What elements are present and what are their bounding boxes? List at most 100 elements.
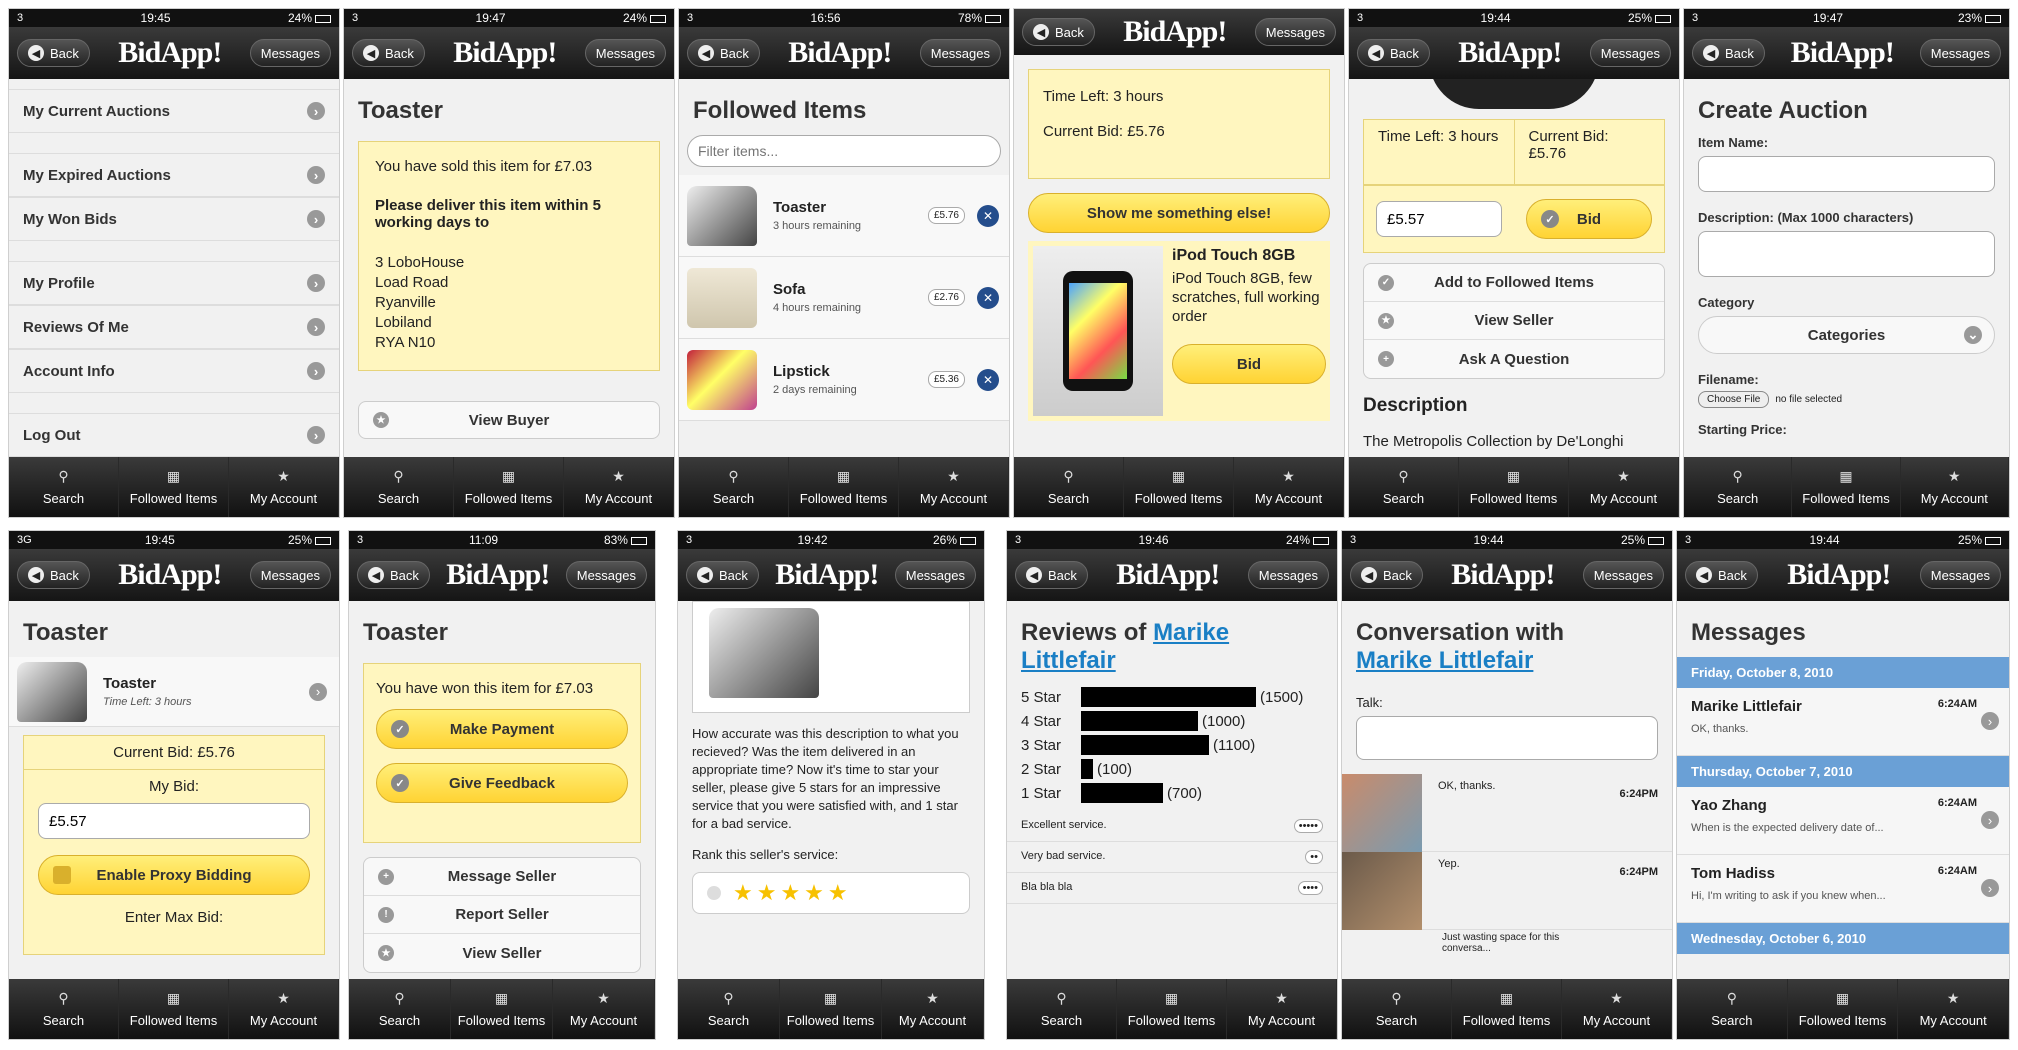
back-button[interactable]: ◀ Back xyxy=(1685,561,1758,589)
messages-button[interactable]: Messages xyxy=(565,561,647,589)
tab-my-account[interactable]: ★ My Account xyxy=(1901,457,2009,517)
view-buyer-button[interactable]: ★ View Buyer xyxy=(358,401,660,439)
description-input[interactable] xyxy=(1698,231,1995,277)
back-button[interactable]: ◀ Back xyxy=(1692,39,1765,67)
back-button[interactable]: ◀ Back xyxy=(352,39,425,67)
messages-button[interactable]: Messages xyxy=(584,39,666,67)
tab-followed-items[interactable]: ▦ Followed Items xyxy=(1792,457,1901,517)
list-item[interactable]: Lipstick 2 days remaining £5.36 ✕ xyxy=(679,339,1009,421)
menu-my-current-auctions[interactable]: My Current Auctions › xyxy=(9,89,339,133)
make-payment-button[interactable]: ✓ Make Payment xyxy=(376,709,628,749)
back-button[interactable]: ◀ Back xyxy=(1015,561,1088,589)
bid-amount-input[interactable] xyxy=(1376,201,1502,237)
tab-followed-items[interactable]: ▦ Followed Items xyxy=(454,457,564,517)
tab-search[interactable]: ⚲ Search xyxy=(344,457,454,517)
messages-button[interactable]: Messages xyxy=(249,39,331,67)
messages-button[interactable]: Messages xyxy=(1919,561,2001,589)
menu-log-out[interactable]: Log Out › xyxy=(9,413,339,457)
tab-followed-items[interactable]: ▦ Followed Items xyxy=(1117,979,1227,1039)
menu-my-profile[interactable]: My Profile › xyxy=(9,261,339,305)
back-button[interactable]: ◀ Back xyxy=(1350,561,1423,589)
tab-search[interactable]: ⚲ Search xyxy=(1014,457,1124,517)
tab-my-account[interactable]: ★ My Account xyxy=(553,979,655,1039)
star-rating-option[interactable]: ★★★★★ xyxy=(692,872,970,914)
tab-search[interactable]: ⚲ Search xyxy=(1007,979,1117,1039)
talk-input[interactable] xyxy=(1356,716,1658,760)
view-seller-button[interactable]: ★ View Seller xyxy=(1364,302,1664,340)
menu-my-expired-auctions[interactable]: My Expired Auctions › xyxy=(9,153,339,197)
tab-my-account[interactable]: ★ My Account xyxy=(229,979,339,1039)
message-seller-button[interactable]: + Message Seller xyxy=(364,858,640,896)
tab-search[interactable]: ⚲ Search xyxy=(1677,979,1788,1039)
back-button[interactable]: ◀ Back xyxy=(687,39,760,67)
contact-name-link[interactable]: Marike Littlefair xyxy=(1356,647,1533,674)
tab-my-account[interactable]: ★ My Account xyxy=(1569,457,1679,517)
give-feedback-button[interactable]: ✓ Give Feedback xyxy=(376,763,628,803)
tab-followed-items[interactable]: ▦ Followed Items xyxy=(119,979,229,1039)
tab-my-account[interactable]: ★ My Account xyxy=(229,457,339,517)
my-bid-input[interactable] xyxy=(38,803,310,839)
messages-button[interactable]: Messages xyxy=(919,39,1001,67)
messages-button[interactable]: Messages xyxy=(1254,18,1336,46)
messages-button[interactable]: Messages xyxy=(249,561,331,589)
back-button[interactable]: ◀ Back xyxy=(1357,39,1430,67)
menu-account-info[interactable]: Account Info › xyxy=(9,349,339,393)
report-seller-button[interactable]: ! Report Seller xyxy=(364,896,640,934)
tab-search[interactable]: ⚲ Search xyxy=(1342,979,1452,1039)
item-row[interactable]: Toaster Time Left: 3 hours › xyxy=(9,657,339,727)
remove-icon[interactable]: ✕ xyxy=(977,204,999,227)
bid-button[interactable]: Bid xyxy=(1172,344,1326,384)
tab-followed-items[interactable]: ▦ Followed Items xyxy=(1788,979,1899,1039)
view-seller-button[interactable]: ★ View Seller xyxy=(364,934,640,972)
add-to-followed-button[interactable]: ✓ Add to Followed Items xyxy=(1364,264,1664,302)
messages-button[interactable]: Messages xyxy=(1589,39,1671,67)
tab-search[interactable]: ⚲ Search xyxy=(1684,457,1793,517)
messages-button[interactable]: Messages xyxy=(894,561,976,589)
messages-button[interactable]: Messages xyxy=(1582,561,1664,589)
messages-button[interactable]: Messages xyxy=(1919,39,2001,67)
tab-my-account[interactable]: ★ My Account xyxy=(1227,979,1337,1039)
message-item[interactable]: Yao Zhang When is the expected delivery d… xyxy=(1677,787,2009,855)
messages-button[interactable]: Messages xyxy=(1247,561,1329,589)
back-button[interactable]: ◀ Back xyxy=(1022,18,1095,46)
enable-proxy-bidding-button[interactable]: Enable Proxy Bidding xyxy=(38,855,310,895)
tab-my-account[interactable]: ★ My Account xyxy=(882,979,984,1039)
tab-search[interactable]: ⚲ Search xyxy=(349,979,451,1039)
tab-followed-items[interactable]: ▦ Followed Items xyxy=(1124,457,1234,517)
tab-search[interactable]: ⚲ Search xyxy=(1349,457,1459,517)
menu-my-won-bids[interactable]: My Won Bids › xyxy=(9,197,339,241)
ask-question-button[interactable]: + Ask A Question xyxy=(1364,340,1664,378)
remove-icon[interactable]: ✕ xyxy=(977,286,999,309)
back-button[interactable]: ◀ Back xyxy=(357,561,430,589)
message-item[interactable]: Tom Hadiss Hi, I'm writing to ask if you … xyxy=(1677,855,2009,923)
tab-my-account[interactable]: ★ My Account xyxy=(1898,979,2009,1039)
tab-search[interactable]: ⚲ Search xyxy=(678,979,780,1039)
remove-icon[interactable]: ✕ xyxy=(977,368,999,391)
tab-search[interactable]: ⚲ Search xyxy=(9,457,119,517)
tab-my-account[interactable]: ★ My Account xyxy=(564,457,674,517)
list-item[interactable]: Toaster 3 hours remaining £5.76 ✕ xyxy=(679,175,1009,257)
tab-my-account[interactable]: ★ My Account xyxy=(1562,979,1672,1039)
tab-my-account[interactable]: ★ My Account xyxy=(899,457,1009,517)
list-item[interactable]: Sofa 4 hours remaining £2.76 ✕ xyxy=(679,257,1009,339)
back-button[interactable]: ◀ Back xyxy=(17,39,90,67)
tab-followed-items[interactable]: ▦ Followed Items xyxy=(119,457,229,517)
tab-my-account[interactable]: ★ My Account xyxy=(1234,457,1344,517)
back-button[interactable]: ◀ Back xyxy=(686,561,759,589)
choose-file-button[interactable]: Choose File xyxy=(1698,391,1770,408)
back-button[interactable]: ◀ Back xyxy=(17,561,90,589)
message-item[interactable]: Marike Littlefair OK, thanks. 6:24AM › xyxy=(1677,688,2009,756)
tab-followed-items[interactable]: ▦ Followed Items xyxy=(1452,979,1562,1039)
menu-reviews-of-me[interactable]: Reviews Of Me › xyxy=(9,305,339,349)
tab-search[interactable]: ⚲ Search xyxy=(9,979,119,1039)
show-me-something-else-button[interactable]: Show me something else! xyxy=(1028,193,1330,233)
tab-followed-items[interactable]: ▦ Followed Items xyxy=(1459,457,1569,517)
item-name-input[interactable] xyxy=(1698,156,1995,192)
tab-followed-items[interactable]: ▦ Followed Items xyxy=(451,979,553,1039)
bid-button[interactable]: ✓ Bid xyxy=(1526,199,1652,239)
tab-search[interactable]: ⚲ Search xyxy=(679,457,789,517)
tab-followed-items[interactable]: ▦ Followed Items xyxy=(789,457,899,517)
tab-followed-items[interactable]: ▦ Followed Items xyxy=(780,979,882,1039)
categories-select[interactable]: Categories ⌄ xyxy=(1698,316,1995,354)
filter-input[interactable] xyxy=(687,135,1001,167)
